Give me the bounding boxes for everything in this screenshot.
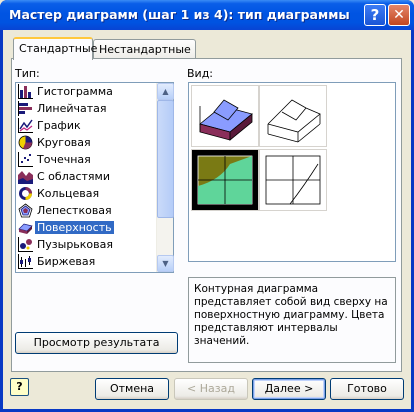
tab-custom[interactable]: Нестандартные (93, 39, 196, 60)
preview-button[interactable]: Просмотр результата (15, 332, 178, 354)
view-label: Вид: (187, 67, 214, 80)
list-item-label: График (37, 119, 81, 132)
list-item[interactable]: Пузырьковая (16, 236, 155, 253)
chart-type-listbox[interactable]: Гистограмма Линейчатая График Круговая Т… (15, 82, 174, 273)
list-item-label: Гистограмма (37, 85, 113, 98)
dialog-body: Стандартные Нестандартные Тип: Вид: Гист… (3, 30, 411, 409)
title-bar[interactable]: Мастер диаграмм (шаг 1 из 4): тип диагра… (0, 0, 414, 30)
close-button[interactable]: ✕ (388, 4, 410, 26)
scroll-thumb[interactable] (157, 100, 174, 218)
list-item[interactable]: График (16, 117, 155, 134)
doughnut-chart-icon (19, 187, 32, 200)
chart-type-list: Гистограмма Линейчатая График Круговая Т… (16, 83, 155, 272)
list-item-selected[interactable]: Поверхность (16, 219, 155, 236)
list-item[interactable]: Точечная (16, 151, 155, 168)
list-item[interactable]: Биржевая (16, 253, 155, 270)
window-title: Мастер диаграмм (шаг 1 из 4): тип диагра… (9, 7, 350, 22)
bar-chart-icon (18, 101, 32, 116)
scroll-down-icon[interactable]: ▼ (157, 255, 174, 272)
list-item[interactable]: Лепестковая (16, 202, 155, 219)
scroll-up-icon[interactable]: ▲ (157, 83, 174, 100)
column-chart-icon (18, 84, 33, 99)
scatter-chart-icon (18, 152, 33, 167)
chart-variants-panel (188, 82, 396, 262)
variant-contour[interactable] (191, 149, 259, 211)
list-item[interactable]: Кольцевая (16, 185, 155, 202)
tab-standard[interactable]: Стандартные (13, 37, 97, 60)
list-item-label: Линейчатая (37, 102, 107, 115)
area-chart-icon (18, 171, 33, 184)
list-item[interactable]: Круговая (16, 134, 155, 151)
line-chart-icon (18, 118, 33, 133)
tab-panel: Тип: Вид: Гистограмма Линейчатая График … (11, 58, 402, 372)
list-item-label: Круговая (37, 136, 91, 149)
variant-wireframe-surface[interactable] (259, 85, 327, 147)
list-item-label: Поверхность (35, 221, 114, 234)
list-item-label: С областями (37, 170, 110, 183)
list-item-label: Биржевая (37, 255, 96, 268)
chart-description: Контурная диаграмма представляет собой в… (188, 277, 396, 363)
wireframe-contour-icon (265, 155, 321, 205)
contour-icon (197, 155, 253, 205)
title-help-button[interactable]: ? (364, 4, 386, 26)
wireframe-3d-icon (267, 99, 321, 143)
list-item[interactable]: Гистограмма (16, 83, 155, 100)
list-item-label: Пузырьковая (37, 238, 113, 251)
list-item[interactable]: Линейчатая (16, 100, 155, 117)
next-button[interactable]: Далее > (252, 378, 326, 400)
back-button[interactable]: < Назад (174, 378, 248, 400)
surface-3d-icon (199, 99, 253, 141)
help-icon[interactable]: ? (10, 378, 29, 396)
finish-button[interactable]: Готово (330, 378, 404, 400)
stock-chart-icon (18, 254, 33, 269)
list-scrollbar[interactable]: ▲ ▼ (156, 83, 174, 272)
variant-3d-surface[interactable] (191, 85, 259, 147)
pie-chart-icon (18, 135, 33, 150)
chart-wizard-window: Мастер диаграмм (шаг 1 из 4): тип диагра… (0, 0, 414, 412)
list-item-label: Лепестковая (37, 204, 112, 217)
type-label: Тип: (15, 67, 40, 80)
radar-chart-icon (18, 203, 33, 218)
list-item-label: Точечная (37, 153, 91, 166)
bubble-chart-icon (18, 237, 33, 252)
variant-wireframe-contour[interactable] (259, 149, 327, 211)
surface-chart-icon (18, 223, 33, 234)
list-item-label: Кольцевая (37, 187, 100, 200)
cancel-button[interactable]: Отмена (95, 378, 169, 400)
list-item[interactable]: С областями (16, 168, 155, 185)
